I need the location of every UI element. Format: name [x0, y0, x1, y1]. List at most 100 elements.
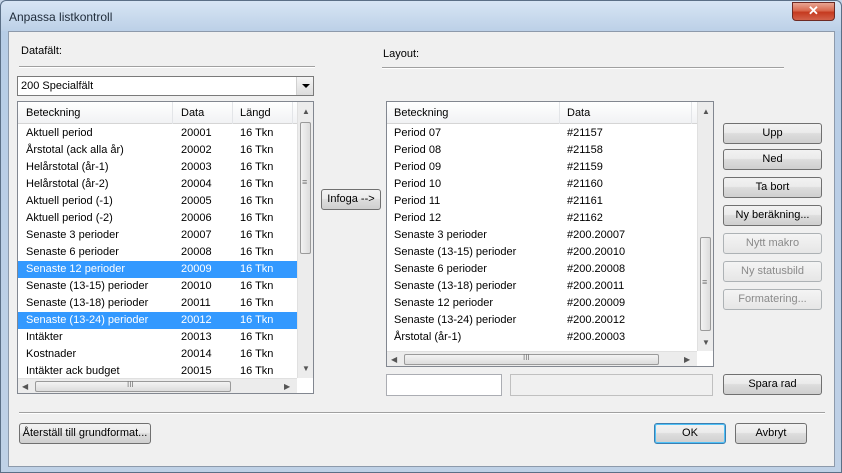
cell-beteckning: Period 11 — [394, 195, 441, 207]
scroll-left-icon[interactable]: ◀ — [22, 382, 28, 391]
cell-langd: 16 Tkn — [240, 280, 274, 292]
cell-data: 20009 — [181, 263, 212, 275]
list-item[interactable]: Senaste (13-18) perioder #200.20011 — [387, 278, 697, 295]
scroll-left-icon[interactable]: ◀ — [391, 355, 397, 364]
available-fields-list[interactable]: Beteckning Data Längd Aktuell period 2000… — [17, 101, 314, 394]
column-header-beteckning[interactable]: Beteckning — [394, 107, 448, 119]
list-item[interactable]: Aktuell period (-1) 20005 16 Tkn — [18, 193, 297, 210]
list-item[interactable]: Senaste (13-18) perioder 20011 16 Tkn — [18, 295, 297, 312]
cell-data: 20008 — [181, 246, 212, 258]
list-item[interactable]: Senaste 6 perioder #200.20008 — [387, 261, 697, 278]
list-item[interactable]: Årstotal (ack alla år) 20002 16 Tkn — [18, 142, 297, 159]
hgrip-icon: III — [127, 380, 134, 389]
list-item[interactable]: Aktuell period 20001 16 Tkn — [18, 125, 297, 142]
list-item[interactable]: Period 08 #21158 — [387, 142, 697, 159]
save-row-button[interactable]: Spara rad — [723, 374, 822, 395]
scroll-up-icon[interactable]: ▲ — [302, 107, 310, 116]
list-item[interactable]: Senaste 3 perioder 20007 16 Tkn — [18, 227, 297, 244]
cell-langd: 16 Tkn — [240, 297, 274, 309]
row-name-input[interactable] — [386, 374, 502, 396]
cell-data: 20006 — [181, 212, 212, 224]
cell-langd: 16 Tkn — [240, 348, 274, 360]
column-header-langd[interactable]: Längd — [240, 107, 271, 119]
scroll-right-icon[interactable]: ▶ — [684, 355, 690, 364]
list-item[interactable]: Period 11 #21161 — [387, 193, 697, 210]
list-item[interactable]: Senaste 12 perioder #200.20009 — [387, 295, 697, 312]
down-button[interactable]: Ned — [723, 149, 822, 170]
cancel-button[interactable]: Avbryt — [735, 423, 807, 444]
layout-label: Layout: — [383, 48, 420, 60]
left-horizontal-scrollbar[interactable]: ◀ III ▶ — [18, 378, 297, 393]
list-item[interactable]: Period 09 #21159 — [387, 159, 697, 176]
list-item[interactable]: Senaste 6 perioder 20008 16 Tkn — [18, 244, 297, 261]
scroll-right-icon[interactable]: ▶ — [284, 382, 290, 391]
cell-langd: 16 Tkn — [240, 161, 274, 173]
cell-data: 20002 — [181, 144, 212, 156]
cell-data: #21158 — [567, 144, 603, 156]
close-button[interactable]: ✕ — [792, 2, 835, 21]
column-header-data[interactable]: Data — [181, 107, 204, 119]
list-item[interactable]: Senaste (13-24) perioder #200.20012 — [387, 312, 697, 329]
hscroll-thumb[interactable]: III — [404, 353, 659, 365]
list-item[interactable]: Helårstotal (år-2) 20004 16 Tkn — [18, 176, 297, 193]
cell-data: 20014 — [181, 348, 212, 360]
cell-langd: 16 Tkn — [240, 195, 274, 207]
title-bar[interactable]: Anpassa listkontroll ✕ — [1, 1, 841, 31]
cell-data: #200.20008 — [567, 263, 626, 275]
cell-beteckning: Period 08 — [394, 144, 442, 156]
list-item[interactable]: Senaste (13-15) perioder 20010 16 Tkn — [18, 278, 297, 295]
cell-beteckning: Helårstotal (år-1) — [26, 161, 109, 173]
scroll-thumb[interactable]: ≡ — [300, 122, 311, 254]
list-item[interactable]: Senaste 3 perioder #200.20007 — [387, 227, 697, 244]
cell-beteckning: Senaste 3 perioder — [26, 229, 119, 241]
cell-data: 20012 — [181, 314, 212, 326]
list-item[interactable]: Kostnader 20014 16 Tkn — [18, 346, 297, 363]
cell-beteckning: Senaste 3 perioder — [394, 229, 487, 241]
column-header-data[interactable]: Data — [567, 107, 590, 119]
cell-beteckning: Senaste (13-15) perioder — [26, 280, 149, 292]
scroll-up-icon[interactable]: ▲ — [702, 107, 710, 116]
insert-button[interactable]: Infoga --> — [321, 189, 381, 210]
remove-button[interactable]: Ta bort — [723, 177, 822, 198]
chevron-down-icon[interactable] — [296, 77, 313, 95]
cell-data: 20007 — [181, 229, 212, 241]
cell-data: #21162 — [567, 212, 603, 224]
scroll-thumb[interactable]: ≡ — [700, 237, 711, 331]
list-item[interactable]: Helårstotal (år-1) 20003 16 Tkn — [18, 159, 297, 176]
list-item[interactable]: Aktuell period (-2) 20006 16 Tkn — [18, 210, 297, 227]
cell-beteckning: Kostnader — [26, 348, 77, 360]
right-horizontal-scrollbar[interactable]: ◀ III ▶ — [387, 351, 697, 366]
list-item[interactable]: Intäkter 20013 16 Tkn — [18, 329, 297, 346]
cell-beteckning: Årstotal (år-1) — [394, 331, 462, 343]
reset-to-default-button[interactable]: Återställ till grundformat... — [19, 423, 151, 444]
right-divider — [382, 67, 784, 69]
cell-beteckning: Senaste (13-15) perioder — [394, 246, 517, 258]
list-item[interactable]: Senaste (13-24) perioder 20012 16 Tkn — [18, 312, 297, 329]
layout-list[interactable]: Beteckning Data Period 07 #21157 Period 08… — [386, 101, 714, 367]
cell-langd: 16 Tkn — [240, 212, 274, 224]
combo-selected-value: 200 Specialfält — [21, 80, 94, 92]
left-vertical-scrollbar[interactable]: ▲ ≡ ▼ — [297, 102, 313, 378]
ok-button[interactable]: OK — [654, 423, 726, 444]
up-button[interactable]: Upp — [723, 123, 822, 144]
row-data-input — [510, 374, 713, 396]
list-item[interactable]: Period 12 #21162 — [387, 210, 697, 227]
scroll-down-icon[interactable]: ▼ — [702, 338, 710, 347]
cell-data: 20005 — [181, 195, 212, 207]
list-item[interactable]: Period 10 #21160 — [387, 176, 697, 193]
new-calculation-button[interactable]: Ny beräkning... — [723, 205, 822, 226]
cell-beteckning: Senaste 12 perioder — [26, 263, 126, 275]
cell-beteckning: Period 10 — [394, 178, 442, 190]
scroll-down-icon[interactable]: ▼ — [302, 364, 310, 373]
cell-data: #21159 — [567, 161, 603, 173]
list-item[interactable]: Senaste (13-15) perioder #200.20010 — [387, 244, 697, 261]
list-item[interactable]: Årstotal (år-1) #200.20003 — [387, 329, 697, 346]
cell-beteckning: Aktuell period — [26, 127, 93, 139]
cell-beteckning: Senaste (13-24) perioder — [26, 314, 149, 326]
datafield-combobox[interactable]: 200 Specialfält — [17, 76, 314, 96]
list-item[interactable]: Period 07 #21157 — [387, 125, 697, 142]
right-vertical-scrollbar[interactable]: ▲ ≡ ▼ — [697, 102, 713, 351]
hscroll-thumb[interactable]: III — [35, 380, 231, 392]
list-item[interactable]: Senaste 12 perioder 20009 16 Tkn — [18, 261, 297, 278]
column-header-beteckning[interactable]: Beteckning — [26, 107, 80, 119]
